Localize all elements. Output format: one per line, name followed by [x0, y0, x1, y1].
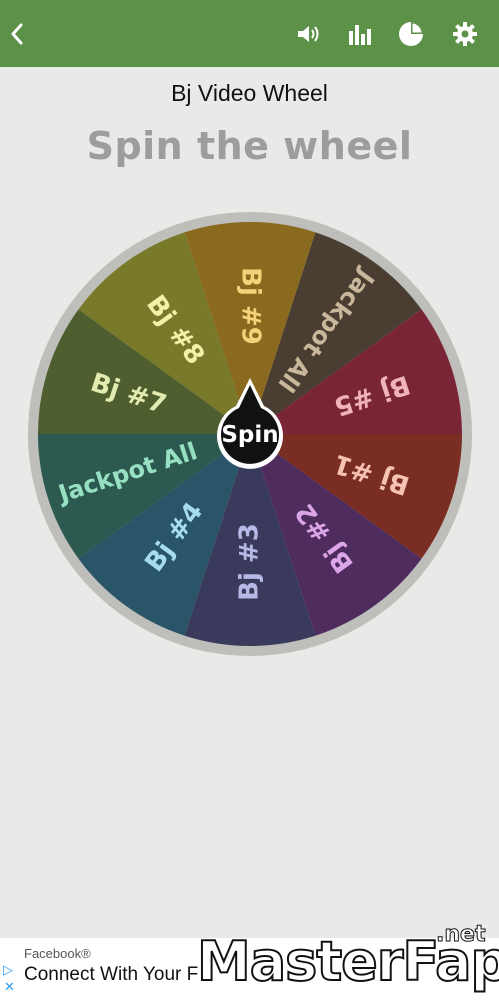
ad-headline: Connect With Your F	[24, 964, 199, 985]
spin-instruction: Spin the wheel	[86, 124, 413, 168]
pie-chart-icon[interactable]	[393, 0, 429, 67]
stats-icon[interactable]	[342, 0, 376, 67]
watermark-suffix: .net	[435, 922, 486, 948]
app-toolbar	[0, 0, 499, 67]
ad-choices-icon[interactable]: ▷	[3, 963, 13, 978]
ad-brand: Facebook®	[24, 946, 91, 961]
spin-button-label: Spin	[221, 422, 278, 448]
wheel-segment-label: Bj #3	[235, 523, 265, 601]
sound-icon[interactable]	[292, 0, 326, 67]
spin-wheel[interactable]: Bj #9 Jackpot AllBj #5Bj #1Bj #2Bj #3Bj #…	[0, 200, 499, 670]
settings-icon[interactable]	[448, 0, 482, 67]
wheel-title: Bj Video Wheel	[171, 80, 328, 106]
wheel-segment-label: Bj #9	[236, 267, 266, 345]
ad-close-icon[interactable]: ✕	[4, 980, 15, 995]
back-arrow-icon[interactable]	[2, 0, 32, 67]
